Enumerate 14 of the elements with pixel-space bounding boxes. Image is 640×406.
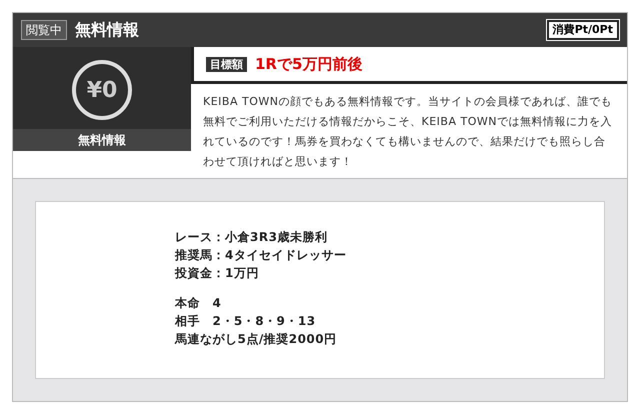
detail-line: レース：小倉3R3歳未勝利 (175, 229, 328, 246)
status-badge: 閲覧中 (21, 20, 67, 40)
price-label: 無料情報 (13, 129, 191, 151)
detail-line: 馬連ながし5点/推奨2000円 (175, 331, 338, 348)
target-badge: 目標額 (206, 56, 247, 72)
price-amount: ¥0 (86, 76, 118, 104)
detail-line: 本命 4 (175, 295, 222, 312)
page-title: 無料情報 (75, 19, 139, 41)
detail-line: 投資金：1万円 (175, 265, 260, 282)
detail-line: 相手 2・5・8・9・13 (175, 313, 317, 330)
points-badge: 消費Pt/0Pt (546, 20, 619, 40)
detail-line: 推奨馬：4タイセイドレッサー (175, 247, 348, 264)
target-value: 1Rで5万円前後 (255, 54, 362, 75)
description: KEIBA TOWNの顔でもある無料情報です。当サイトの会員様であれば、誰でも無料でご利用いただける情報だからこそ、KEIBA TOWNでは無料情報に力を入れているのです！馬券を買わなくても構いませんので、結果だけでも照らし合わせて頂ければと思います！ (202, 94, 613, 170)
